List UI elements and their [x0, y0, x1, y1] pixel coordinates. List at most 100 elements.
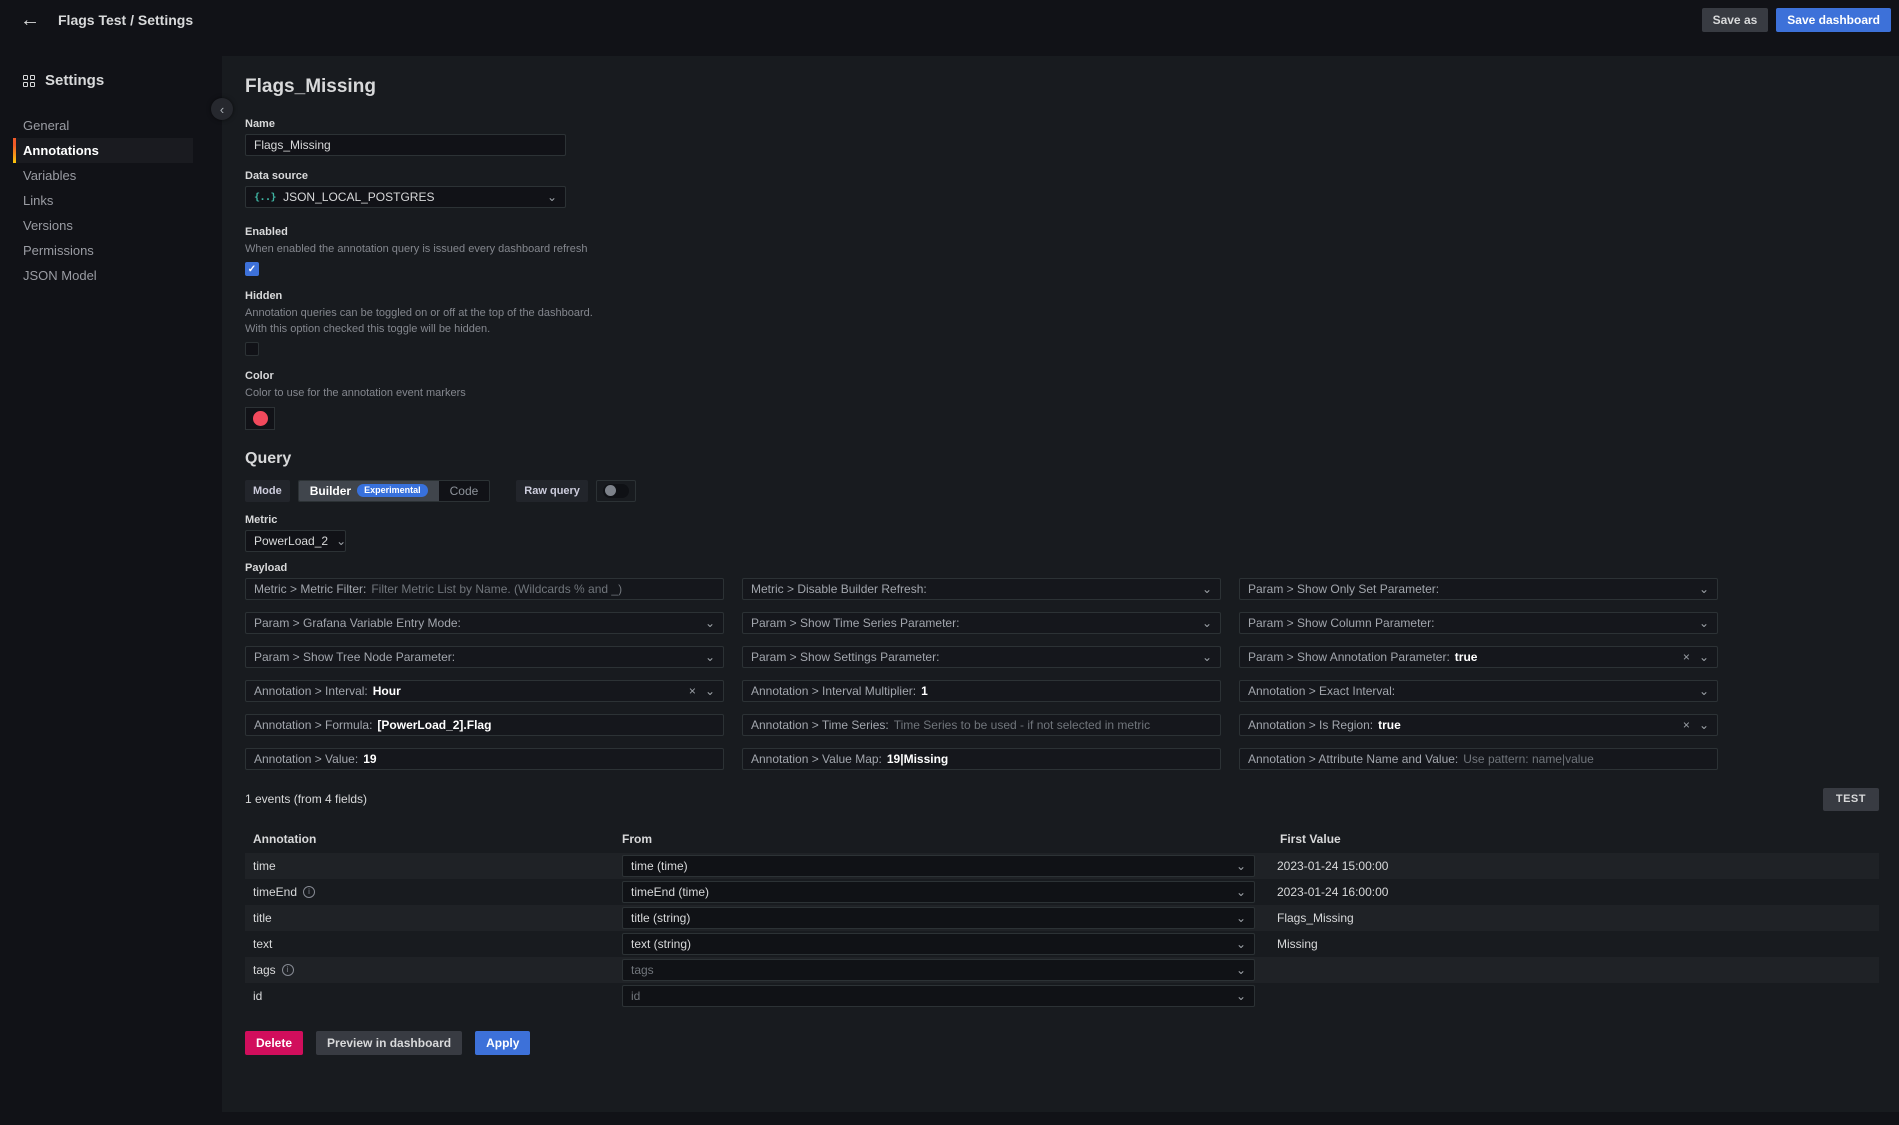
back-arrow-icon[interactable]: ← [14, 4, 46, 36]
metric-value: PowerLoad_2 [254, 534, 328, 548]
field-value: [PowerLoad_2].Flag [377, 718, 491, 732]
color-description: Color to use for the annotation event ma… [245, 386, 617, 401]
info-icon: i [303, 886, 315, 898]
hidden-label: Hidden [245, 290, 1879, 302]
field-label: Annotation > Value: [254, 752, 358, 766]
field-value: 19|Missing [887, 752, 948, 766]
field-label: Annotation > Attribute Name and Value: [1248, 752, 1458, 766]
table-header-row: Annotation From First Value [245, 825, 1879, 853]
clear-icon[interactable]: × [689, 684, 696, 698]
annotation-label: text [253, 937, 272, 951]
json-datasource-icon: {..} [254, 192, 276, 203]
enabled-description: When enabled the annotation query is iss… [245, 242, 617, 257]
payload-field-show-tree-node-parameter[interactable]: Param > Show Tree Node Parameter: ⌄ [245, 646, 724, 668]
payload-field-show-only-set-parameter[interactable]: Param > Show Only Set Parameter: ⌄ [1239, 578, 1718, 600]
chevron-left-icon[interactable]: ‹ [211, 98, 233, 120]
field-placeholder: Filter Metric List by Name. (Wildcards %… [371, 582, 622, 596]
from-select-id[interactable]: id ⌄ [622, 985, 1255, 1007]
from-select-tags[interactable]: tags ⌄ [622, 959, 1255, 981]
from-select-time[interactable]: time (time) ⌄ [622, 855, 1255, 877]
save-as-button[interactable]: Save as [1702, 8, 1769, 32]
payload-field-value-map[interactable]: Annotation > Value Map: 19|Missing [742, 748, 1221, 770]
annotation-label: time [253, 859, 276, 873]
mode-builder-option[interactable]: Builder Experimental [299, 481, 439, 501]
metric-select[interactable]: PowerLoad_2 ⌄ [245, 530, 346, 552]
name-input[interactable] [245, 134, 566, 156]
column-header-first-value: First Value [1272, 832, 1879, 846]
field-value: true [1378, 718, 1401, 732]
clear-icon[interactable]: × [1683, 718, 1690, 732]
from-select-timeend[interactable]: timeEnd (time) ⌄ [622, 881, 1255, 903]
chevron-down-icon: ⌄ [1236, 965, 1246, 975]
annotation-label: id [253, 989, 262, 1003]
sidebar-item-json-model[interactable]: JSON Model [13, 263, 222, 288]
enabled-checkbox[interactable]: ✓ [245, 262, 259, 276]
results-table: Annotation From First Value time time (t… [245, 825, 1879, 1009]
payload-field-interval-multiplier[interactable]: Annotation > Interval Multiplier: 1 [742, 680, 1221, 702]
table-row-time: time time (time) ⌄ 2023-01-24 15:00:00 [245, 853, 1879, 879]
settings-sidebar: Settings General Annotations Variables L… [0, 40, 222, 1125]
payload-field-metric-filter[interactable]: Metric > Metric Filter: Filter Metric Li… [245, 578, 724, 600]
field-label: Metric > Metric Filter: [254, 582, 366, 596]
payload-field-disable-builder-refresh[interactable]: Metric > Disable Builder Refresh: ⌄ [742, 578, 1221, 600]
preview-in-dashboard-button[interactable]: Preview in dashboard [316, 1031, 462, 1055]
column-header-from: From [622, 832, 1272, 846]
payload-field-show-column-parameter[interactable]: Param > Show Column Parameter: ⌄ [1239, 612, 1718, 634]
from-select-text[interactable]: text (string) ⌄ [622, 933, 1255, 955]
color-picker[interactable] [245, 407, 275, 430]
first-value: Missing [1272, 937, 1879, 951]
mode-radio-group: Builder Experimental Code [298, 480, 491, 502]
field-label: Annotation > Exact Interval: [1248, 684, 1395, 698]
events-summary: 1 events (from 4 fields) [245, 792, 367, 806]
payload-field-show-annotation-parameter[interactable]: Param > Show Annotation Parameter: true … [1239, 646, 1718, 668]
payload-field-exact-interval[interactable]: Annotation > Exact Interval: ⌄ [1239, 680, 1718, 702]
apply-button[interactable]: Apply [475, 1031, 530, 1055]
annotation-settings-panel: ‹ Flags_Missing Name Data source {..} JS… [222, 56, 1899, 1112]
payload-field-formula[interactable]: Annotation > Formula: [PowerLoad_2].Flag [245, 714, 724, 736]
test-button[interactable]: TEST [1823, 788, 1879, 811]
chevron-down-icon: ⌄ [547, 192, 557, 202]
annotation-label: title [253, 911, 272, 925]
experimental-badge: Experimental [357, 484, 428, 497]
payload-field-interval[interactable]: Annotation > Interval: Hour × ⌄ [245, 680, 724, 702]
raw-query-label: Raw query [516, 480, 588, 502]
page-title: Flags_Missing [245, 76, 1879, 98]
payload-field-attribute-name-and-value[interactable]: Annotation > Attribute Name and Value: U… [1239, 748, 1718, 770]
save-dashboard-button[interactable]: Save dashboard [1776, 8, 1891, 32]
sidebar-item-versions[interactable]: Versions [13, 213, 222, 238]
field-label: Metric > Disable Builder Refresh: [751, 582, 927, 596]
datasource-select[interactable]: {..} JSON_LOCAL_POSTGRES ⌄ [245, 186, 566, 208]
breadcrumb[interactable]: Flags Test / Settings [58, 12, 193, 28]
enabled-label: Enabled [245, 226, 1879, 238]
sidebar-item-permissions[interactable]: Permissions [13, 238, 222, 263]
column-header-annotation: Annotation [245, 832, 622, 846]
chevron-down-icon: ⌄ [1236, 913, 1246, 923]
query-section-title: Query [245, 450, 1879, 468]
field-label: Param > Show Time Series Parameter: [751, 616, 959, 630]
payload-field-show-time-series-parameter[interactable]: Param > Show Time Series Parameter: ⌄ [742, 612, 1221, 634]
raw-query-toggle[interactable] [596, 480, 636, 502]
table-row-id: id id ⌄ [245, 983, 1879, 1009]
payload-field-value[interactable]: Annotation > Value: 19 [245, 748, 724, 770]
from-select-title[interactable]: title (string) ⌄ [622, 907, 1255, 929]
clear-icon[interactable]: × [1683, 650, 1690, 664]
datasource-label: Data source [245, 170, 1879, 182]
payload-field-is-region[interactable]: Annotation > Is Region: true × ⌄ [1239, 714, 1718, 736]
payload-field-grafana-variable-entry-mode[interactable]: Param > Grafana Variable Entry Mode: ⌄ [245, 612, 724, 634]
first-value: Flags_Missing [1272, 911, 1879, 925]
sidebar-item-links[interactable]: Links [13, 188, 222, 213]
annotation-label: tags [253, 963, 276, 977]
field-value: 19 [363, 752, 376, 766]
payload-field-time-series[interactable]: Annotation > Time Series: Time Series to… [742, 714, 1221, 736]
payload-field-show-settings-parameter[interactable]: Param > Show Settings Parameter: ⌄ [742, 646, 1221, 668]
delete-button[interactable]: Delete [245, 1031, 303, 1055]
sidebar-item-annotations[interactable]: Annotations [13, 138, 193, 163]
builder-label: Builder [310, 484, 351, 498]
mode-code-option[interactable]: Code [439, 481, 490, 501]
sidebar-item-variables[interactable]: Variables [13, 163, 222, 188]
name-label: Name [245, 118, 1879, 130]
sidebar-item-general[interactable]: General [13, 113, 222, 138]
table-row-text: text text (string) ⌄ Missing [245, 931, 1879, 957]
hidden-checkbox[interactable] [245, 342, 259, 356]
chevron-down-icon: ⌄ [1236, 861, 1246, 871]
